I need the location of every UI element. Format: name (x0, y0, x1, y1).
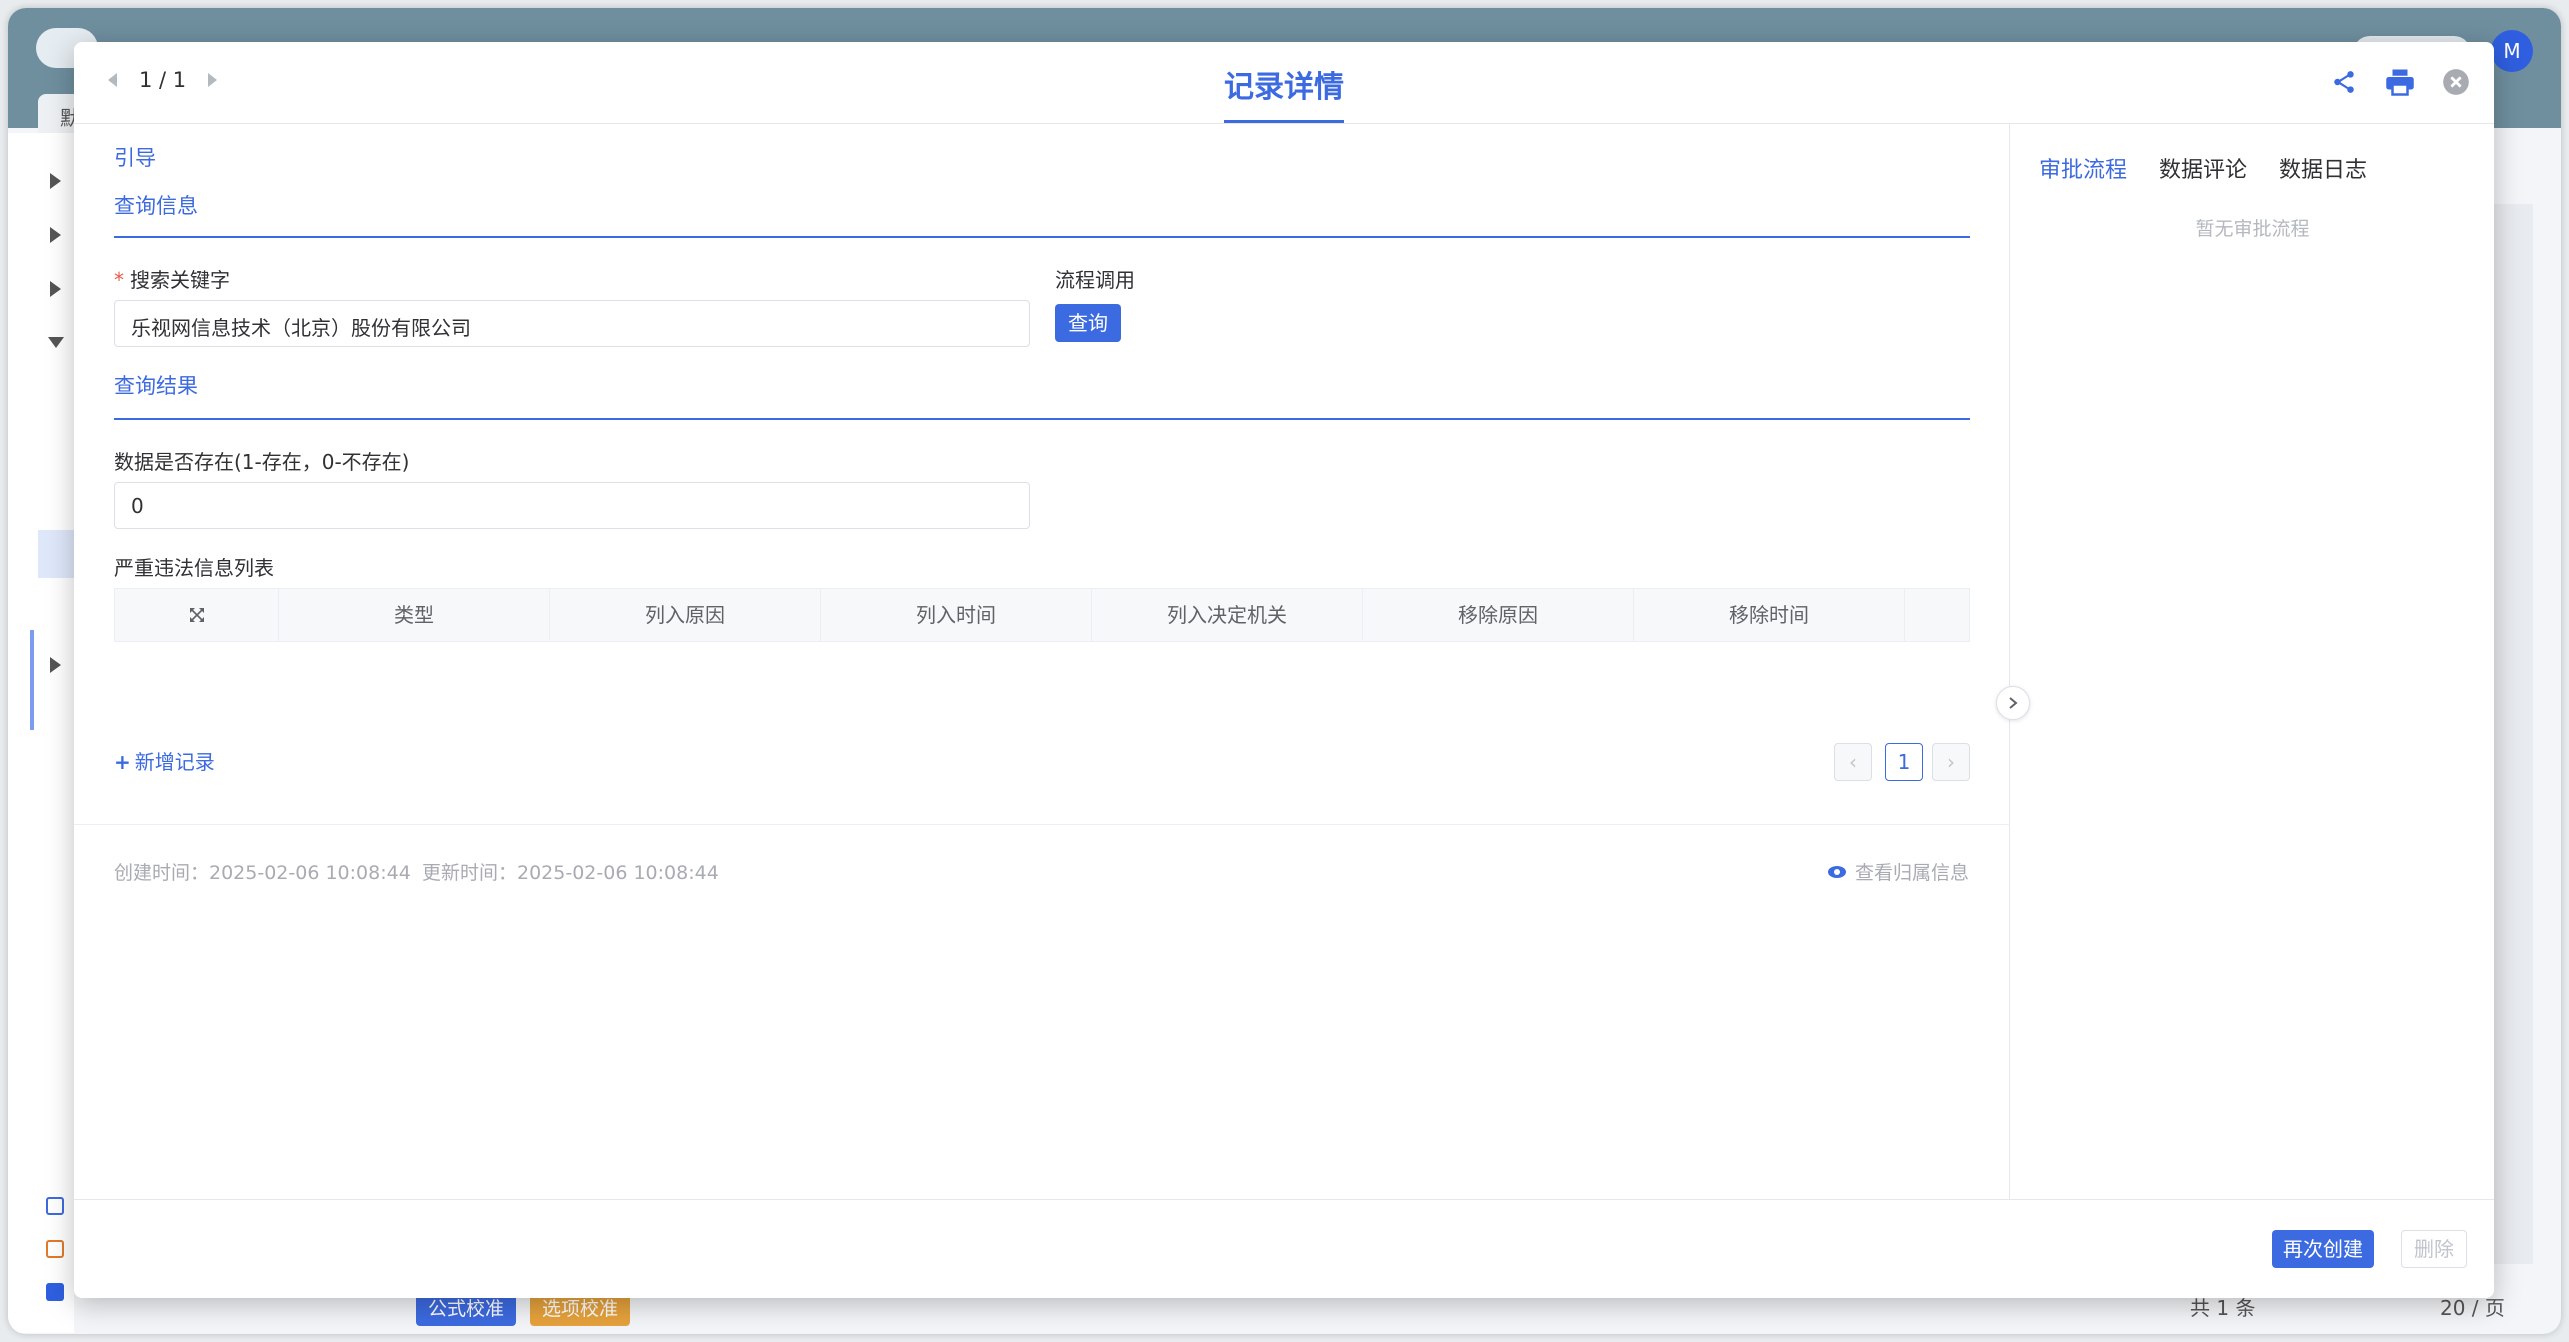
form-icon[interactable] (46, 1197, 64, 1215)
column-header: 移除原因 (1363, 589, 1634, 641)
sidebar-selected-item[interactable] (38, 530, 78, 578)
collapse-arrow-icon[interactable] (48, 337, 64, 348)
form-pane: 引导 查询信息 * 搜索关键字 乐视网信息技术（北京）股份有限公司 流程调用 查询… (74, 124, 2030, 1199)
created-time: 创建时间：2025-02-06 10:08:44 (114, 862, 411, 884)
add-record-link[interactable]: + 新增记录 (114, 746, 215, 775)
record-detail-modal: 1 / 1 记录详情 引导 查询信息 * 搜索关键字 乐视网信息技术（北京）股份有… (74, 42, 2494, 1298)
print-icon[interactable] (2384, 66, 2416, 98)
empty-approval-hint: 暂无审批流程 (2195, 218, 2310, 240)
background-panel (2493, 204, 2533, 1264)
plus-icon: + (114, 750, 131, 774)
required-mark: * (114, 268, 124, 292)
exists-input[interactable]: 0 (114, 482, 1030, 529)
column-header: 列入决定机关 (1092, 589, 1363, 641)
column-header: 列入时间 (821, 589, 1092, 641)
sidebar-indicator (30, 630, 34, 730)
modal-header: 1 / 1 记录详情 (74, 42, 2494, 124)
record-pager: 1 / 1 (108, 68, 218, 92)
tab-data-comments[interactable]: 数据评论 (2159, 152, 2247, 184)
prev-record-icon[interactable] (108, 73, 117, 87)
delete-button[interactable]: 删除 (2401, 1230, 2467, 1268)
activity-tabs: 审批流程 数据评论 数据日志 (2039, 152, 2367, 184)
next-page-button[interactable]: › (1932, 743, 1970, 781)
updated-time: 更新时间：2025-02-06 10:08:44 (422, 862, 719, 884)
tab-approval-flow[interactable]: 审批流程 (2039, 152, 2127, 184)
section-query-info-title: 查询信息 (114, 194, 198, 218)
close-icon[interactable] (2440, 66, 2472, 98)
content-divider (74, 824, 2010, 825)
section-divider (114, 236, 1970, 238)
header-actions (2328, 66, 2472, 98)
recreate-button[interactable]: 再次创建 (2272, 1230, 2374, 1268)
add-record-text: 新增记录 (134, 750, 215, 774)
tab-data-log[interactable]: 数据日志 (2279, 152, 2367, 184)
section-guide-title: 引导 (114, 146, 156, 170)
next-record-icon[interactable] (208, 73, 218, 87)
modal-footer: 再次创建 删除 (74, 1199, 2494, 1298)
view-owner-text: 查看归属信息 (1854, 862, 1969, 884)
prev-page-button[interactable]: ‹ (1834, 743, 1872, 781)
page-number-button[interactable]: 1 (1885, 743, 1923, 781)
violation-list-label: 严重违法信息列表 (114, 556, 274, 580)
table-icon[interactable] (46, 1240, 64, 1258)
column-header: 移除时间 (1634, 589, 1905, 641)
expand-arrow-icon[interactable] (50, 227, 61, 243)
keyword-label: * 搜索关键字 (114, 264, 230, 293)
view-owner-link[interactable]: 查看归属信息 (1827, 858, 1969, 885)
expand-arrow-icon[interactable] (50, 173, 61, 189)
folder-icon[interactable] (46, 1283, 64, 1301)
activity-pane: 审批流程 数据评论 数据日志 暂无审批流程 (2011, 124, 2494, 1199)
query-button[interactable]: 查询 (1055, 304, 1121, 342)
keyword-input[interactable]: 乐视网信息技术（北京）股份有限公司 (114, 300, 1030, 347)
modal-title: 记录详情 (1224, 62, 1344, 123)
column-header: 列入原因 (550, 589, 821, 641)
flow-label: 流程调用 (1055, 268, 1135, 292)
avatar[interactable]: M (2491, 30, 2533, 72)
expand-arrow-icon[interactable] (50, 657, 61, 673)
fullscreen-icon[interactable] (115, 589, 279, 641)
eye-icon (1827, 865, 1846, 878)
keyword-label-text: 搜索关键字 (130, 268, 230, 292)
violation-table-header: 类型 列入原因 列入时间 列入决定机关 移除原因 移除时间 (114, 588, 1970, 642)
column-header-spacer (1905, 589, 1969, 641)
section-divider (114, 418, 1970, 420)
column-header: 类型 (279, 589, 550, 641)
share-icon[interactable] (2328, 66, 2360, 98)
sidebar (8, 133, 78, 1333)
exists-label: 数据是否存在(1-存在，0-不存在) (114, 450, 410, 474)
expand-arrow-icon[interactable] (50, 281, 61, 297)
pager-text: 1 / 1 (139, 68, 187, 92)
section-query-result-title: 查询结果 (114, 374, 198, 398)
